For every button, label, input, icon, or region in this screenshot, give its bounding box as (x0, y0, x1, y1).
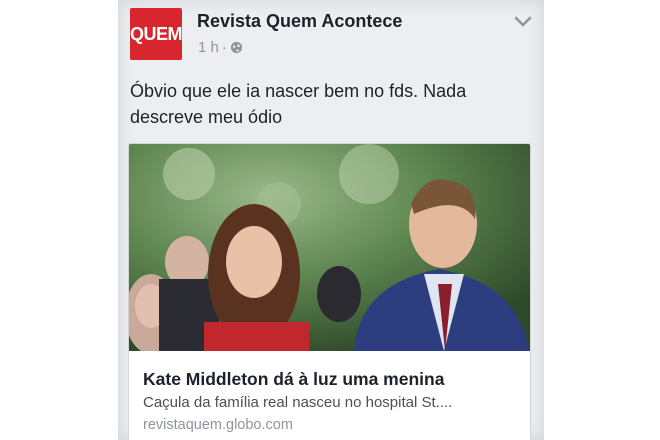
meta-separator: · (221, 39, 227, 56)
chevron-down-icon[interactable] (514, 16, 532, 28)
link-domain: revistaquem.globo.com (143, 417, 293, 433)
page-avatar[interactable]: QUEM (130, 8, 183, 60)
link-preview-card[interactable]: Kate Middleton dá à luz uma menina Caçul… (128, 143, 531, 440)
globe-icon (230, 41, 242, 54)
link-description: Caçula da família real nasceu no hospita… (143, 394, 453, 411)
facebook-post: QUEM Revista Quem Acontece 1 h · Óbvio q… (118, 0, 544, 440)
post-message: Óbvio que ele ia nascer bem no fds. Nada… (130, 81, 467, 127)
page-name-link[interactable]: Revista Quem Acontece (197, 11, 402, 32)
post-timestamp[interactable]: 1 h (198, 39, 219, 56)
avatar-logo-text: QUEM (130, 23, 183, 44)
post-meta: 1 h · (198, 39, 243, 56)
link-preview-image[interactable] (129, 144, 530, 351)
link-title[interactable]: Kate Middleton dá à luz uma menina (143, 369, 523, 390)
